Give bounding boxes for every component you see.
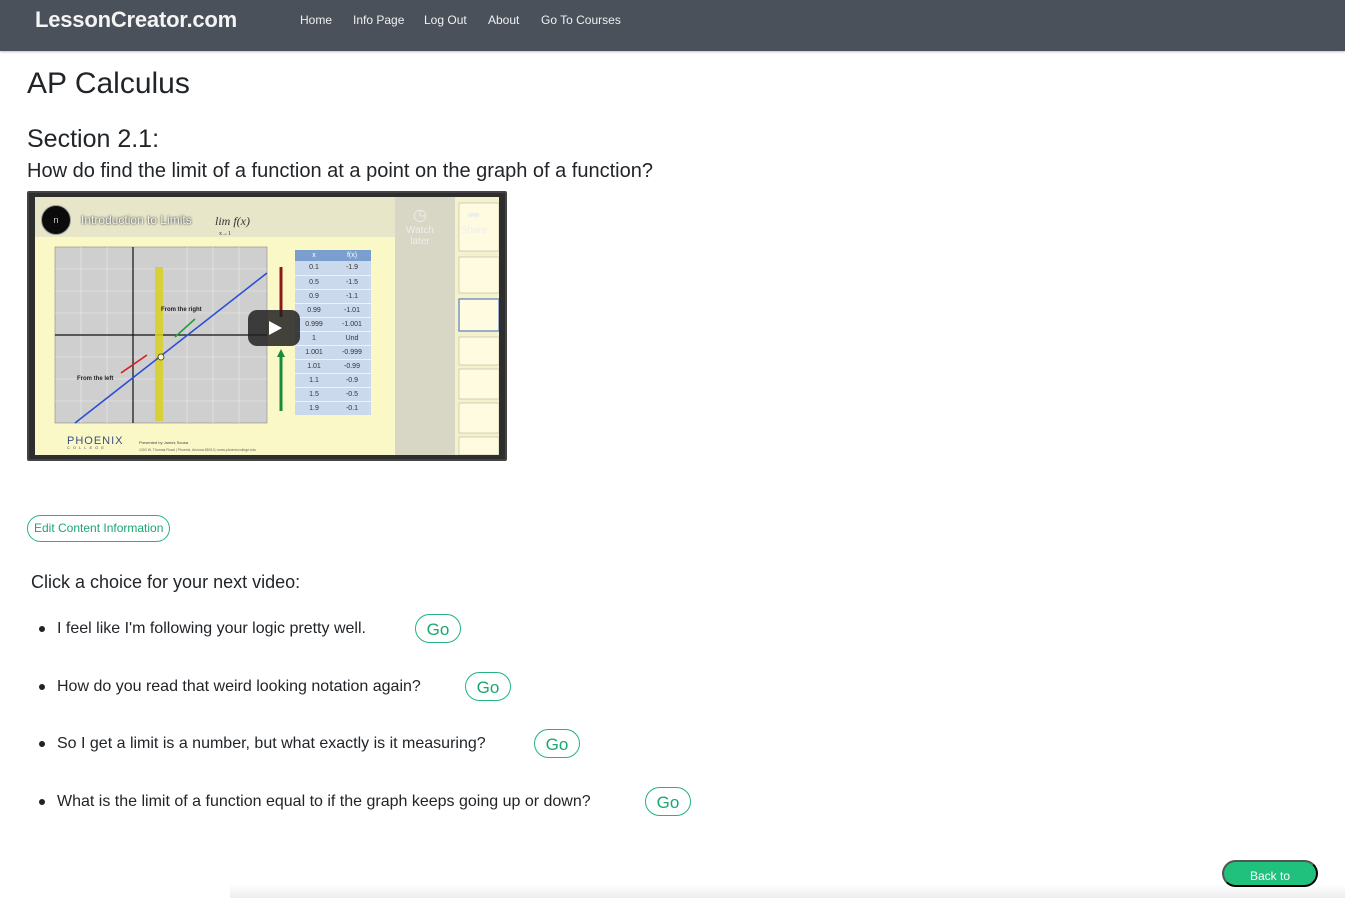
svg-text:1202 W. Thomas Road | Phoenix,: 1202 W. Thomas Road | Phoenix, Arizona 8… [139, 448, 256, 452]
values-table-row: 0.99 -1.01 [295, 303, 371, 318]
values-table: x f(x) 0.1 -1.9 0.5 -1.5 0.9 -1.1 0.99 -1.01… [295, 250, 371, 416]
list-item: What is the limit of a function equal to… [37, 787, 737, 817]
choice-label: How do you read that weird looking notat… [57, 678, 421, 695]
bullet [39, 799, 45, 805]
values-table-row: 0.9 -1.1 [295, 289, 371, 304]
play-button[interactable] [248, 310, 300, 346]
go-button[interactable]: Go [415, 614, 461, 643]
values-table-row: 0.999 -1.001 [295, 317, 371, 332]
channel-avatar[interactable]: n [41, 205, 71, 235]
list-item: So I get a limit is a number, but what e… [37, 729, 737, 759]
choice-prompt: Click a choice for your next video: [31, 572, 301, 592]
section-title: Section 2.1: [27, 125, 160, 153]
share-icon: ➦ [467, 207, 481, 224]
values-table-row: 1.1 -0.9 [295, 373, 371, 388]
svg-text:x→1: x→1 [219, 231, 231, 237]
list-item: How do you read that weird looking notat… [37, 672, 737, 702]
go-button[interactable]: Go [465, 672, 511, 701]
edit-content-information-button[interactable]: Edit Content Information [27, 515, 171, 542]
back-to-lessons-button[interactable]: Back to Lessons [1222, 860, 1318, 910]
values-table-row: 1.001 -0.999 [295, 345, 371, 360]
values-table-row: 1.5 -0.5 [295, 387, 371, 402]
nav-log-out-link[interactable]: Log Out [424, 13, 467, 27]
choice-label: So I get a limit is a number, but what e… [57, 735, 486, 752]
video-thumbnail[interactable]: lim f(x) x→1 From the right From the lef… [35, 197, 499, 455]
choice-label: I feel like I'm following your logic pre… [57, 620, 366, 637]
navbar: LessonCreator.com Home Info Page Log Out… [0, 0, 1345, 51]
values-table-row: 1.01 -0.99 [295, 359, 371, 374]
lesson-question: How do find the limit of a function at a… [27, 160, 653, 182]
phoenix-college-logo: PHOENIX COLLEGE [67, 435, 124, 450]
svg-text:Presented by James Sousa: Presented by James Sousa [139, 440, 189, 445]
values-table-row: 1.9 -0.1 [295, 401, 371, 416]
video-player[interactable]: lim f(x) x→1 From the right From the lef… [27, 191, 507, 461]
go-button[interactable]: Go [645, 787, 691, 816]
bullet [39, 626, 45, 632]
svg-text:lim f(x): lim f(x) [215, 214, 250, 228]
brand-logo[interactable]: LessonCreator.com [35, 7, 237, 33]
nav-about-link[interactable]: About [488, 13, 519, 27]
go-button[interactable]: Go [534, 729, 580, 758]
values-table-row: 0.5 -1.5 [295, 275, 371, 290]
nav-info-page-link[interactable]: Info Page [353, 13, 404, 27]
from-left-label: From the left [77, 376, 113, 382]
values-table-row: 0.1 -1.9 [295, 261, 371, 276]
bottom-shadow [230, 884, 1345, 898]
clock-icon: ◷ [413, 207, 427, 224]
video-title[interactable]: Introduction to Limits [81, 213, 192, 227]
nav-home-link[interactable]: Home [300, 13, 332, 27]
values-table-header: x [295, 250, 333, 261]
bullet [39, 741, 45, 747]
list-item: I feel like I'm following your logic pre… [37, 614, 737, 644]
values-table-header: f(x) [333, 250, 371, 261]
nav-go-to-courses-link[interactable]: Go To Courses [541, 13, 621, 27]
from-right-label: From the right [161, 307, 202, 313]
share-button[interactable]: ➦ Share [457, 207, 491, 236]
choice-label: What is the limit of a function equal to… [57, 793, 591, 810]
values-table-row: 1 Und [295, 331, 371, 346]
bullet [39, 684, 45, 690]
page-title: AP Calculus [27, 67, 190, 100]
watch-later-button[interactable]: ◷ Watch later [395, 207, 445, 247]
